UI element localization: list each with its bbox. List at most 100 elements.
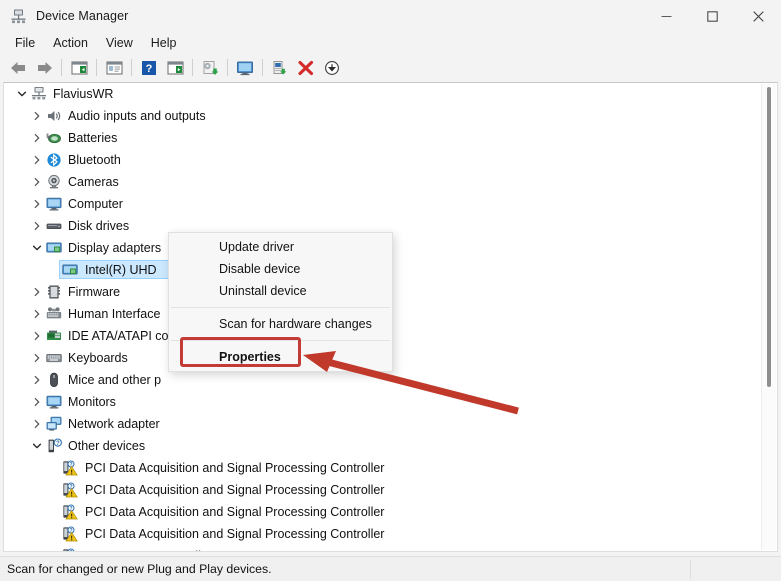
chevron-right-icon[interactable]	[29, 193, 45, 215]
tree-node-label: Human Interface	[68, 307, 161, 321]
context-menu-item-uninstall-device[interactable]: Uninstall device	[169, 280, 392, 302]
chevron-right-icon[interactable]	[29, 325, 45, 347]
uninstall-device-icon[interactable]	[294, 56, 318, 79]
context-menu-separator	[171, 307, 390, 308]
tree-node-label: Firmware	[68, 285, 121, 299]
tree-node-pci-data-acquisition-4[interactable]: ? PCI Data Acquisition and Signal Proces…	[4, 523, 761, 545]
tree-node-monitors[interactable]: Monitors	[4, 391, 761, 413]
disable-device-icon[interactable]	[320, 56, 344, 79]
toolbar-separator	[262, 59, 263, 76]
tree-node-computer[interactable]: Computer	[4, 193, 761, 215]
chevron-right-icon[interactable]	[29, 105, 45, 127]
svg-text:?: ?	[56, 441, 60, 447]
tree-node-label: Audio inputs and outputs	[68, 109, 206, 123]
tree-node-label: PCI Data Acquisition and Signal Processi…	[85, 461, 385, 475]
tree-node-pci-data-acquisition-3[interactable]: ? PCI Data Acquisition and Signal Proces…	[4, 501, 761, 523]
show-hide-action-pane-icon[interactable]	[163, 56, 187, 79]
chevron-right-icon[interactable]	[29, 347, 45, 369]
chevron-right-icon[interactable]	[29, 171, 45, 193]
tree-node-other-devices[interactable]: ? Other devices	[4, 435, 761, 457]
tree-node-label: Monitors	[68, 395, 116, 409]
tree-node-cameras[interactable]: Cameras	[4, 171, 761, 193]
chevron-down-icon[interactable]	[14, 83, 30, 105]
help-icon[interactable]: ?	[137, 56, 161, 79]
context-menu-separator	[171, 340, 390, 341]
close-button[interactable]	[735, 0, 781, 32]
back-icon[interactable]	[6, 56, 30, 79]
status-bar: Scan for changed or new Plug and Play de…	[0, 556, 781, 581]
bluetooth-icon	[45, 151, 63, 169]
tree-node-pci-data-acquisition-1[interactable]: ? PCI Data Acquisition and Signal Proces…	[4, 457, 761, 479]
chevron-right-icon[interactable]	[29, 149, 45, 171]
toolbar-separator	[96, 59, 97, 76]
disk-drive-icon	[45, 217, 63, 235]
update-driver-icon[interactable]	[198, 56, 222, 79]
tree-node-network-adapters[interactable]: Network adapter	[4, 413, 761, 435]
tree-node-pci-data-acquisition-2[interactable]: ? PCI Data Acquisition and Signal Proces…	[4, 479, 761, 501]
tree-node-bluetooth[interactable]: Bluetooth	[4, 149, 761, 171]
tree-node-label: Network adapter	[68, 417, 160, 431]
vertical-scrollbar[interactable]	[761, 84, 776, 550]
display-adapter-icon	[45, 239, 63, 257]
window-title: Device Manager	[36, 9, 129, 23]
enable-device-icon[interactable]	[268, 56, 292, 79]
chevron-right-icon[interactable]	[29, 281, 45, 303]
svg-text:?: ?	[146, 63, 153, 75]
warning-device-icon: ?	[61, 525, 79, 543]
tree-node-label: Computer	[68, 197, 123, 211]
warning-device-icon: ?	[61, 481, 79, 499]
chevron-right-icon[interactable]	[29, 303, 45, 325]
properties-icon[interactable]	[102, 56, 126, 79]
chevron-right-icon[interactable]	[29, 369, 45, 391]
tree-node-mice-and-other-pointing-devices[interactable]: Mice and other p	[4, 369, 761, 391]
menu-action[interactable]: Action	[44, 34, 97, 52]
menu-file[interactable]: File	[6, 34, 44, 52]
battery-icon	[45, 129, 63, 147]
minimize-button[interactable]	[643, 0, 689, 32]
warning-device-icon: ?	[61, 547, 79, 551]
tree-node-label: Display adapters	[68, 241, 162, 255]
tree-node-label: Keyboards	[68, 351, 128, 365]
tree-node-label: Batteries	[68, 131, 118, 145]
context-menu-item-disable-device[interactable]: Disable device	[169, 258, 392, 280]
tree-node-label: FlaviusWR	[53, 87, 114, 101]
status-text: Scan for changed or new Plug and Play de…	[7, 562, 272, 576]
show-hide-console-tree-icon[interactable]	[67, 56, 91, 79]
context-menu-item-update-driver[interactable]: Update driver	[169, 236, 392, 258]
chevron-right-icon[interactable]	[29, 391, 45, 413]
toolbar-separator	[61, 59, 62, 76]
tree-node-label: PCI Data Acquisition and Signal Processi…	[85, 527, 385, 541]
tree-node-label: PCI Data Acquisition and Signal Processi…	[85, 505, 385, 519]
toolbar-separator	[131, 59, 132, 76]
tree-node-label: Cameras	[68, 175, 119, 189]
forward-icon[interactable]	[32, 56, 56, 79]
warning-device-icon: ?	[61, 503, 79, 521]
chevron-right-icon[interactable]	[29, 413, 45, 435]
tree-node-label: Other devices	[68, 439, 146, 453]
tree-node-root[interactable]: FlaviusWR	[4, 83, 761, 105]
toolbar-separator	[227, 59, 228, 76]
tree-node-label: Mice and other p	[68, 373, 162, 387]
chevron-right-icon[interactable]	[29, 215, 45, 237]
device-manager-window: Device Manager File Action View Help ? F…	[0, 0, 781, 581]
computer-root-icon	[30, 85, 48, 103]
tree-node-audio-inputs-and-outputs[interactable]: Audio inputs and outputs	[4, 105, 761, 127]
toolbar: ?	[0, 54, 781, 81]
chevron-down-icon[interactable]	[29, 435, 45, 457]
scan-for-hardware-changes-icon[interactable]	[233, 56, 257, 79]
menu-help[interactable]: Help	[142, 34, 186, 52]
maximize-button[interactable]	[689, 0, 735, 32]
tree-node-pci-memory-controller[interactable]: ? PCI Memory Controller	[4, 545, 761, 551]
context-menu-item-properties[interactable]: Properties	[169, 346, 392, 368]
camera-icon	[45, 173, 63, 191]
firmware-icon	[45, 283, 63, 301]
chevron-right-icon[interactable]	[29, 127, 45, 149]
hid-icon	[45, 305, 63, 323]
menu-view[interactable]: View	[97, 34, 142, 52]
tree-node-label: PCI Data Acquisition and Signal Processi…	[85, 483, 385, 497]
scrollbar-thumb[interactable]	[767, 87, 771, 387]
context-menu-item-scan-for-hardware-changes[interactable]: Scan for hardware changes	[169, 313, 392, 335]
network-adapter-icon	[45, 415, 63, 433]
tree-node-batteries[interactable]: Batteries	[4, 127, 761, 149]
chevron-down-icon[interactable]	[29, 237, 45, 259]
